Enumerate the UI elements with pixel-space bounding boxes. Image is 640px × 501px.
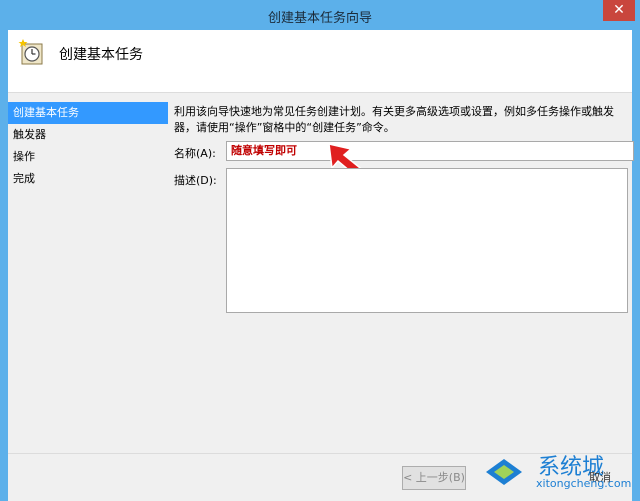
nav-item-finish[interactable]: 完成 <box>8 168 168 190</box>
window-border-right <box>632 30 640 501</box>
nav-item-create-task[interactable]: 创建基本任务 <box>8 102 168 124</box>
description-label: 描述(D): <box>174 174 217 187</box>
wizard-window: 创建基本任务向导 ✕ 创建基本任务 创建基本任务 触发器 操作 完成 利用该向导… <box>0 0 640 501</box>
wizard-description: 利用该向导快速地为常见任务创建计划。有关更多高级选项或设置，例如多任务操作或触发… <box>174 104 630 136</box>
instruction-text: 利用该向导快速地为常见任务创建计划。有关更多高级选项或设置，例如多任务操作或触发… <box>174 105 614 134</box>
wizard-header: 创建基本任务 <box>8 30 632 93</box>
back-button[interactable]: < 上一步(B) <box>402 466 466 490</box>
nav-item-action[interactable]: 操作 <box>8 146 168 168</box>
wizard-steps-nav: 创建基本任务 触发器 操作 完成 <box>8 102 168 190</box>
window-title: 创建基本任务向导 <box>267 11 372 26</box>
watermark-url: xitongcheng.com <box>536 477 632 490</box>
task-clock-icon <box>18 39 43 65</box>
name-field[interactable]: 随意填写即可 <box>226 141 634 161</box>
nav-item-trigger[interactable]: 触发器 <box>8 124 168 146</box>
page-title: 创建基本任务 <box>59 47 143 63</box>
close-button[interactable]: ✕ <box>603 0 635 21</box>
title-bar[interactable]: 创建基本任务向导 ✕ <box>0 0 640 30</box>
description-field[interactable] <box>226 168 628 313</box>
window-border-left <box>0 30 8 501</box>
name-label: 名称(A): <box>174 147 216 160</box>
